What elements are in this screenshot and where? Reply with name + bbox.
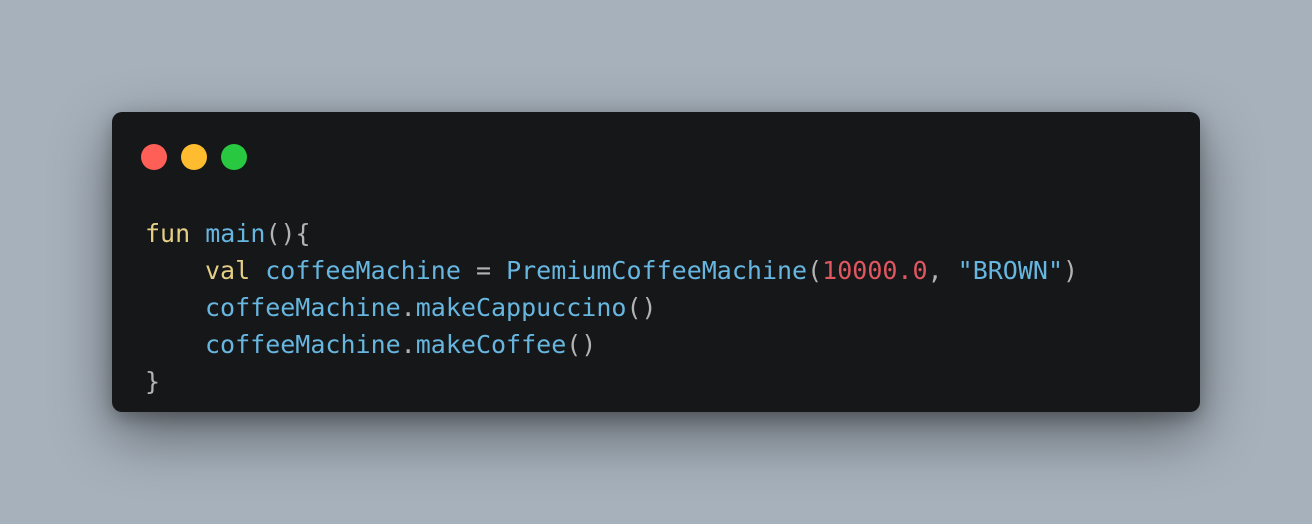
- brace-open-token: {: [295, 219, 311, 248]
- brace-close-token: }: [145, 367, 161, 396]
- class-token: PremiumCoffeeMachine: [506, 256, 808, 285]
- code-window: fun main(){val coffeeMachine = PremiumCo…: [112, 112, 1200, 412]
- keyword-token: fun: [145, 219, 191, 248]
- method-token: makeCappuccino: [415, 293, 627, 322]
- paren-token: (): [566, 330, 597, 359]
- paren-open-token: (: [807, 256, 823, 285]
- code-line-1: fun main(){: [145, 215, 1078, 252]
- keyword-token: val: [205, 256, 251, 285]
- variable-token: coffeeMachine: [265, 256, 461, 285]
- paren-token: (): [626, 293, 657, 322]
- paren-token: (): [265, 219, 296, 248]
- function-token: main: [205, 219, 266, 248]
- paren-close-token: ): [1063, 256, 1079, 285]
- window-controls: [141, 144, 247, 170]
- close-dot-icon[interactable]: [141, 144, 167, 170]
- dot-token: .: [400, 293, 416, 322]
- zoom-dot-icon[interactable]: [221, 144, 247, 170]
- assign-token: =: [475, 256, 492, 285]
- variable-token: coffeeMachine: [205, 330, 401, 359]
- minimize-dot-icon[interactable]: [181, 144, 207, 170]
- code-line-2: val coffeeMachine = PremiumCoffeeMachine…: [145, 252, 1078, 289]
- dot-token: .: [400, 330, 416, 359]
- number-token: 10000.0: [822, 256, 928, 285]
- code-line-3: coffeeMachine.makeCappuccino(): [145, 289, 1078, 326]
- method-token: makeCoffee: [415, 330, 567, 359]
- variable-token: coffeeMachine: [205, 293, 401, 322]
- code-line-5: }: [145, 363, 1078, 400]
- code-line-4: coffeeMachine.makeCoffee(): [145, 326, 1078, 363]
- code-block: fun main(){val coffeeMachine = PremiumCo…: [145, 215, 1078, 400]
- string-token: "BROWN": [957, 256, 1064, 285]
- comma-token: ,: [927, 256, 943, 285]
